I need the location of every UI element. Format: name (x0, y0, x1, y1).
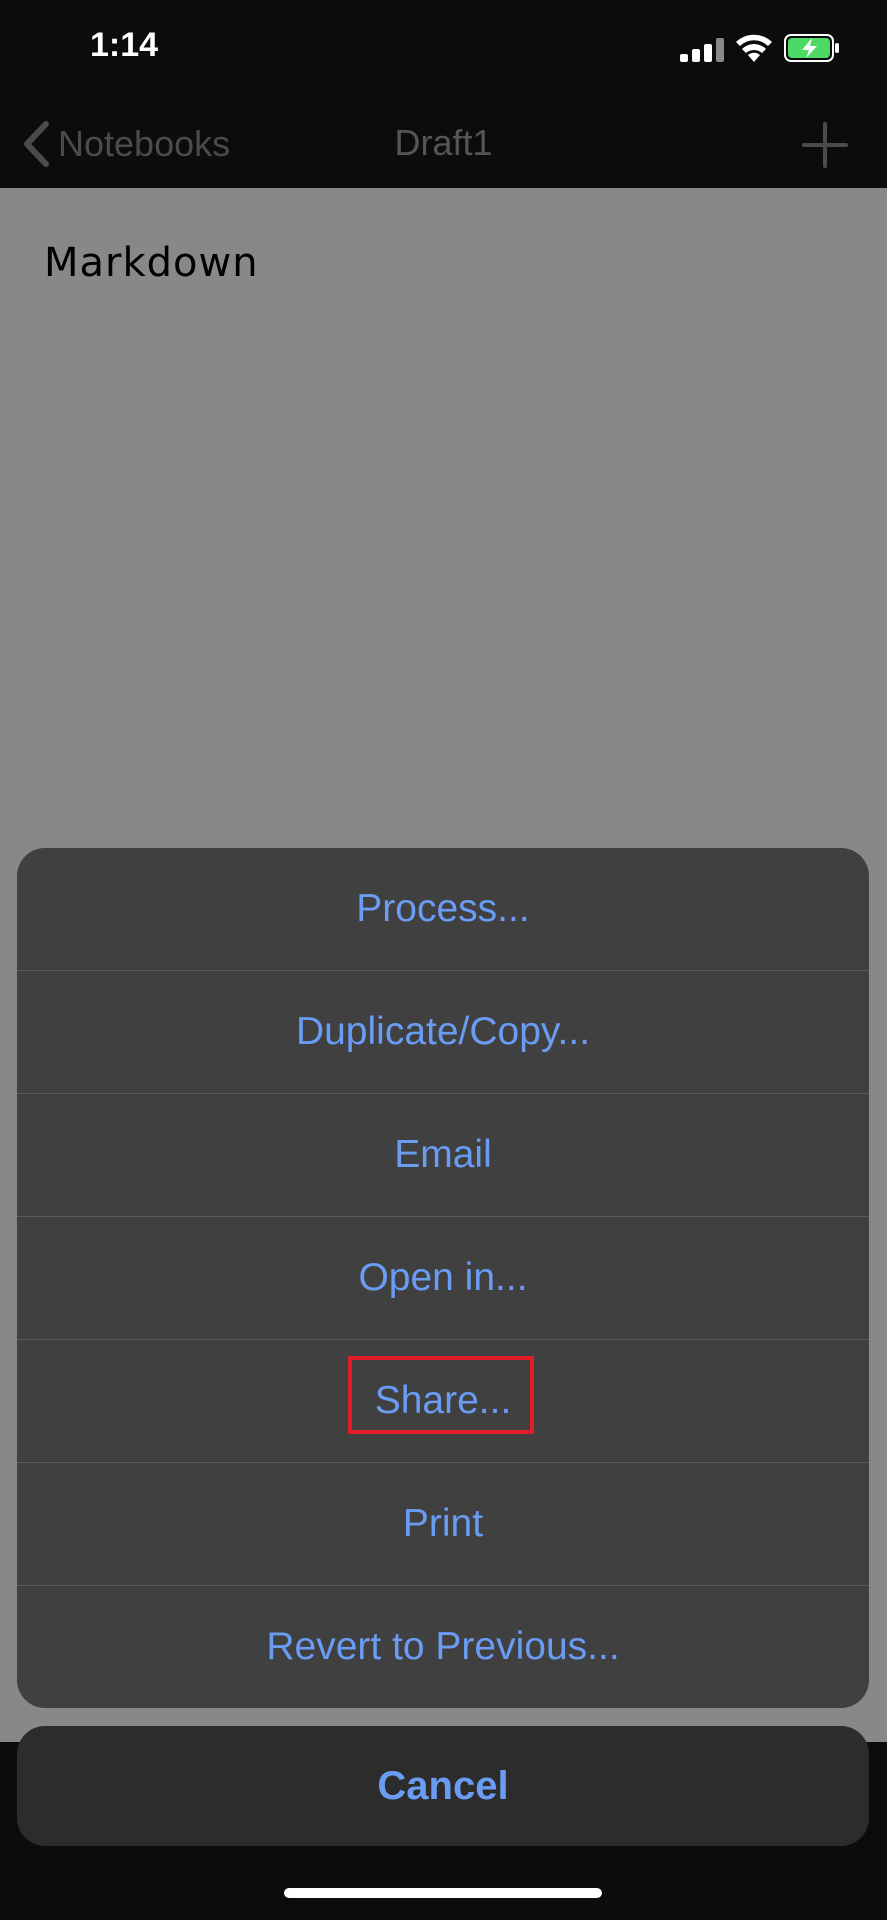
page-title: Draft1 (394, 122, 493, 163)
cancel-button[interactable]: Cancel (17, 1726, 869, 1846)
home-indicator[interactable] (284, 1888, 602, 1898)
action-sheet: Process... Duplicate/Copy... Email Open … (17, 848, 869, 1708)
action-revert-to-previous[interactable]: Revert to Previous... (17, 1585, 869, 1708)
cellular-signal-icon (680, 38, 724, 62)
action-label: Process... (356, 887, 530, 930)
action-duplicate-copy[interactable]: Duplicate/Copy... (17, 970, 869, 1093)
navigation-bar: Notebooks Draft1 (0, 100, 887, 188)
action-email[interactable]: Email (17, 1093, 869, 1216)
wifi-icon (736, 34, 772, 62)
action-share[interactable]: Share... (17, 1339, 869, 1462)
action-label: Duplicate/Copy... (295, 1010, 591, 1053)
battery-charging-icon (784, 34, 839, 62)
action-label: Print (402, 1502, 484, 1545)
cancel-button-label: Cancel (377, 1763, 509, 1808)
action-print[interactable]: Print (17, 1462, 869, 1585)
plus-icon[interactable] (800, 120, 850, 170)
action-process[interactable]: Process... (17, 848, 869, 970)
action-label: Email (394, 1133, 492, 1176)
action-label: Revert to Previous... (266, 1625, 620, 1668)
status-time: 1:14 (90, 26, 159, 64)
action-label: Share... (374, 1379, 512, 1422)
status-bar: 1:14 (0, 0, 887, 100)
document-text: Markdown (44, 240, 259, 286)
action-label: Open in... (358, 1256, 528, 1299)
action-open-in[interactable]: Open in... (17, 1216, 869, 1339)
